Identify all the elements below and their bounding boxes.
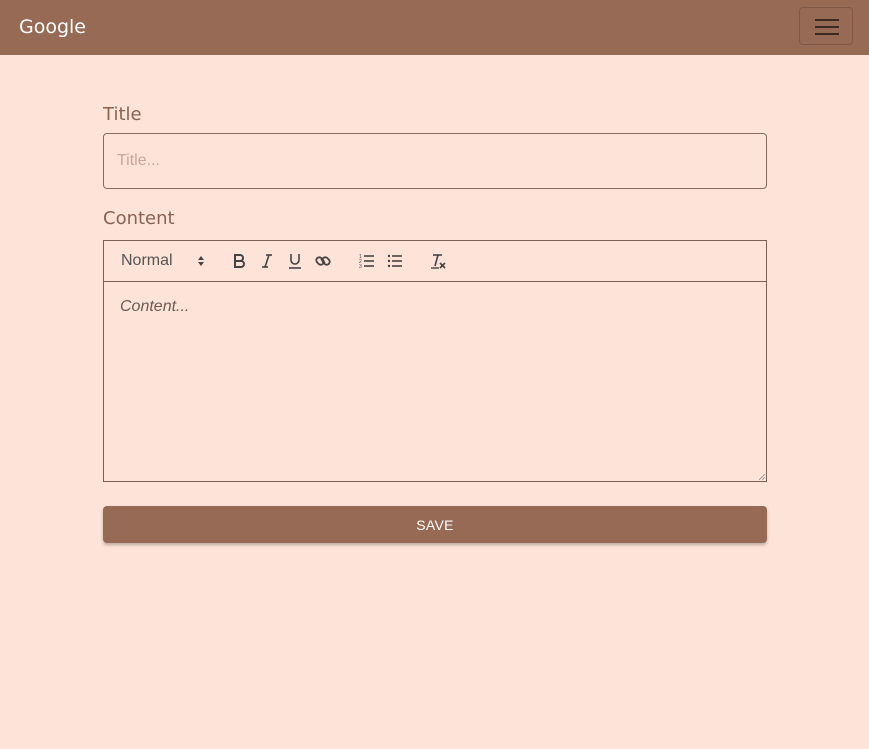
brand-link[interactable]: Google bbox=[19, 16, 86, 38]
content-label: Content bbox=[103, 208, 175, 229]
resize-grip-icon[interactable] bbox=[759, 474, 765, 480]
content-editor[interactable]: Content... bbox=[103, 281, 767, 482]
title-label: Title bbox=[103, 104, 142, 125]
hamburger-menu-icon bbox=[815, 19, 839, 21]
bold-button[interactable] bbox=[228, 241, 250, 281]
navbar-toggle-button[interactable] bbox=[799, 7, 853, 45]
bullet-list-button[interactable] bbox=[384, 241, 406, 281]
header-select[interactable]: Normal bbox=[121, 241, 211, 281]
save-button[interactable]: SAVE bbox=[103, 506, 767, 543]
italic-button[interactable] bbox=[256, 241, 278, 281]
header-select-value: Normal bbox=[121, 252, 173, 269]
ordered-list-button[interactable]: 1 2 3 bbox=[356, 241, 378, 281]
link-button[interactable] bbox=[312, 241, 334, 281]
bold-icon bbox=[234, 254, 245, 268]
ordered-list-icon: 1 2 3 bbox=[359, 254, 374, 269]
navbar: Google bbox=[0, 0, 869, 55]
underline-button[interactable] bbox=[284, 241, 306, 281]
bullet-list-icon bbox=[387, 254, 402, 268]
editor-toolbar: Normal 1 2 3 bbox=[103, 240, 767, 282]
clear-format-icon bbox=[431, 254, 446, 269]
italic-icon bbox=[262, 254, 272, 268]
link-icon bbox=[315, 256, 331, 266]
content-placeholder: Content... bbox=[120, 298, 190, 315]
underline-icon bbox=[289, 254, 301, 269]
svg-text:3: 3 bbox=[359, 264, 362, 269]
title-input[interactable] bbox=[103, 133, 767, 189]
clear-format-button[interactable] bbox=[427, 241, 449, 281]
select-arrows-icon bbox=[198, 256, 204, 266]
